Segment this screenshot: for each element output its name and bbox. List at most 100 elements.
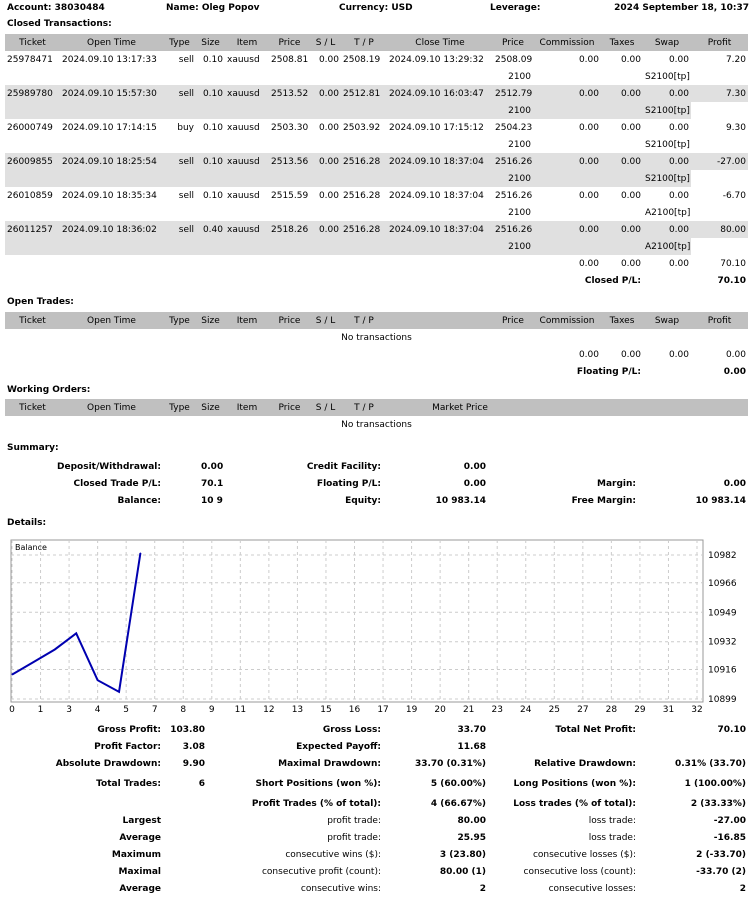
total-tax: 0.00 <box>620 349 641 360</box>
floating-label: Floating P/L: <box>316 478 381 489</box>
empty-cell <box>163 238 196 255</box>
trade-cprice: 2512.79 <box>493 85 533 102</box>
empty-cell <box>341 102 387 119</box>
stat-value: 0.31% (33.70) <box>674 758 746 769</box>
account-currency: Currency: USD <box>339 3 413 13</box>
balance-point <box>97 679 99 681</box>
stat-label: Expected Payoff: <box>296 741 381 752</box>
trade-swap: 0.00 <box>668 122 689 133</box>
empty-cell <box>533 238 601 255</box>
stat-label: consecutive wins ($): <box>285 849 381 860</box>
stats-row: Profit Factor: 3.08 Expected Payoff: 11.68 <box>5 738 748 755</box>
empty-cell <box>310 272 341 289</box>
no-transactions-text: No transactions <box>341 332 412 343</box>
empty-row: No transactions <box>5 416 748 433</box>
stat-value: 2 <box>739 883 746 894</box>
empty-cell <box>533 399 601 416</box>
stat-value: -16.85 <box>713 832 746 843</box>
x-tick-label: 20 <box>434 705 446 715</box>
column-header: S / L <box>310 34 341 51</box>
empty-cell <box>691 238 748 255</box>
stat-label: consecutive losses: <box>548 883 636 894</box>
empty-cell <box>387 272 493 289</box>
empty-cell <box>60 68 163 85</box>
empty-cell <box>269 102 310 119</box>
stat-label: Gross Loss: <box>322 724 381 735</box>
trade-type: buy <box>177 122 194 133</box>
empty-cell <box>310 102 341 119</box>
empty-cell <box>493 255 533 272</box>
trade-magic: 2100 <box>493 102 533 119</box>
trade-price: 2518.26 <box>269 221 310 238</box>
no-transactions-text: No transactions <box>341 419 412 430</box>
stat-label: profit trade: <box>327 832 381 843</box>
column-header: Price <box>493 34 533 51</box>
empty-cell <box>387 102 493 119</box>
trade-item: xauusd <box>227 54 260 65</box>
trade-comment: A2100[tp] <box>645 207 691 218</box>
stat-value: 2 (33.33%) <box>690 798 746 809</box>
empty-cell <box>60 363 163 380</box>
stat-label: Relative Drawdown: <box>534 758 636 769</box>
stat-label: loss trade: <box>588 832 636 843</box>
details-title: Details: <box>7 518 47 528</box>
x-tick-label: 8 <box>180 705 186 715</box>
empty-cell <box>163 272 196 289</box>
empty-cell <box>60 204 163 221</box>
empty-cell <box>341 272 387 289</box>
x-tick-label: 31 <box>663 705 674 715</box>
x-tick-label: 9 <box>209 705 215 715</box>
y-tick-label: 10899 <box>708 695 737 705</box>
floating-pl-label: Floating P/L: <box>576 366 641 377</box>
empty-cell <box>163 68 196 85</box>
chart-frame <box>10 539 704 703</box>
x-tick-label: 17 <box>377 705 388 715</box>
stat-value <box>163 863 207 880</box>
empty-cell <box>601 204 643 221</box>
empty-cell <box>601 399 643 416</box>
stat-label: Long Positions (won %): <box>513 778 636 789</box>
empty-cell <box>225 363 269 380</box>
x-tick-label: 15 <box>320 705 331 715</box>
empty-cell <box>387 346 493 363</box>
empty-cell <box>387 238 493 255</box>
empty-cell <box>341 136 387 153</box>
stat-label: Average <box>119 883 161 894</box>
summary-table: Deposit/Withdrawal: 0.00 Credit Facility: 0… <box>5 458 748 509</box>
total-tax: 0.00 <box>620 258 641 269</box>
empty-cell <box>225 68 269 85</box>
stat-label: loss trade: <box>588 815 636 826</box>
trade-size: 0.10 <box>196 153 225 170</box>
report-date: 2024 September 18, 10:37 <box>614 3 749 13</box>
empty-cell <box>533 170 601 187</box>
column-header: T / P <box>341 312 387 329</box>
trade-comment: A2100[tp] <box>643 238 691 255</box>
empty-cell <box>225 170 269 187</box>
empty-cell <box>5 363 60 380</box>
trade-tp: 2516.28 <box>341 153 387 170</box>
trade-comment: S2100[tp] <box>645 139 690 150</box>
empty-cell <box>341 363 387 380</box>
empty-cell <box>691 68 748 85</box>
stats-row: Average profit trade: 25.95 loss trade: -16.… <box>5 829 748 846</box>
empty-cell <box>269 170 310 187</box>
trade-tax: 0.00 <box>620 190 641 201</box>
trade-sl: 0.00 <box>310 221 341 238</box>
x-tick-label: 11 <box>235 705 246 715</box>
empty-cell <box>387 68 493 85</box>
stat-label: Absolute Drawdown: <box>55 758 161 769</box>
column-header: Price <box>269 399 310 416</box>
stats-row: Maximal consecutive profit (count): 80.00 … <box>5 863 748 880</box>
trade-open: 2024.09.10 18:25:54 <box>60 153 163 170</box>
stats-row: Gross Profit: 103.80 Gross Loss: 33.70 Total… <box>5 721 748 738</box>
empty-cell <box>533 204 601 221</box>
trade-profit: -27.00 <box>691 153 748 170</box>
empty-cell <box>5 346 60 363</box>
open-trades-table: Ticket Open Time Type Size Item Price S / LT /… <box>5 312 748 380</box>
total-swap: 0.00 <box>668 258 689 269</box>
empty-cell <box>601 238 643 255</box>
closed-pl-label: Closed Trade P/L: <box>73 478 161 489</box>
y-tick-label: 10966 <box>708 579 737 589</box>
stat-value: 5 (60.00%) <box>430 778 486 789</box>
trade-tax: 0.00 <box>620 54 641 65</box>
